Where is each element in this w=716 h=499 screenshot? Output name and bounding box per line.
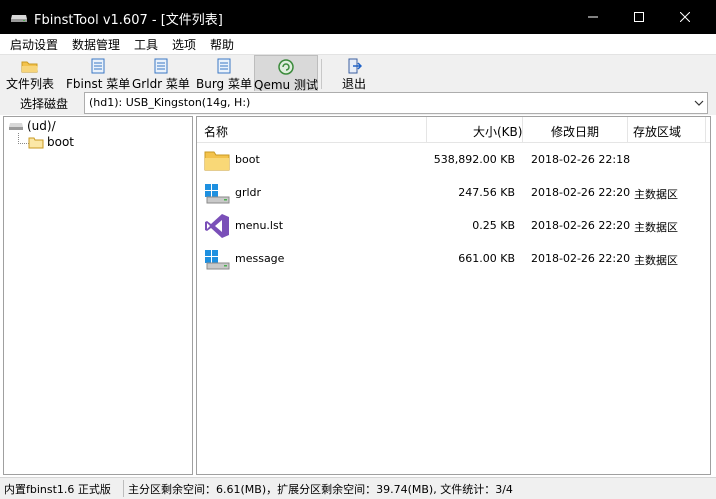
- title-bar: FbinstTool v1.607 - [文件列表]: [0, 0, 716, 34]
- column-divider[interactable]: [627, 117, 628, 143]
- document-icon: [152, 58, 170, 74]
- status-divider: [123, 480, 124, 497]
- table-row[interactable]: message 661.00 KB 2018-02-26 22:20 主数据区: [197, 243, 710, 275]
- folder-icon: [21, 58, 39, 74]
- disk-select-value: (hd1): USB_Kingston(14g, H:): [89, 96, 251, 109]
- disk-select[interactable]: (hd1): USB_Kingston(14g, H:): [84, 92, 708, 114]
- file-date: 2018-02-26 22:18: [531, 153, 631, 166]
- column-header-size[interactable]: 大小(KB): [473, 117, 522, 143]
- table-row[interactable]: menu.lst 0.25 KB 2018-02-26 22:20 主数据区: [197, 210, 710, 242]
- menu-data-management[interactable]: 数据管理: [72, 36, 120, 53]
- menu-tools[interactable]: 工具: [134, 36, 158, 53]
- tree-node-boot-label: boot: [47, 135, 75, 149]
- disk-bar: 选择磁盘 (hd1): USB_Kingston(14g, H:): [0, 91, 716, 115]
- file-size: 538,892.00 KB: [433, 153, 515, 166]
- file-date: 2018-02-26 22:20: [531, 186, 631, 199]
- maximize-button[interactable]: [616, 0, 662, 34]
- fbinst-menu-label: Fbinst 菜单: [66, 77, 131, 91]
- toolbar: 文件列表 Fbinst 菜单 Grldr 菜单 Burg 菜单 Qemu 测试 …: [0, 54, 716, 92]
- maximize-icon: [634, 12, 644, 22]
- file-date: 2018-02-26 22:20: [531, 219, 631, 232]
- grldr-menu-button[interactable]: Grldr 菜单: [132, 55, 190, 92]
- chevron-down-icon[interactable]: [694, 98, 704, 108]
- menu-options[interactable]: 选项: [172, 36, 196, 53]
- column-divider[interactable]: [705, 117, 706, 143]
- fbinst-menu-button[interactable]: Fbinst 菜单: [66, 55, 130, 92]
- document-icon: [215, 58, 233, 74]
- column-header-date[interactable]: 修改日期: [551, 117, 599, 143]
- column-header-area[interactable]: 存放区域: [633, 117, 681, 143]
- disk-select-label: 选择磁盘: [20, 97, 69, 111]
- file-area: 主数据区: [634, 221, 678, 234]
- exit-label: 退出: [342, 77, 367, 91]
- column-divider[interactable]: [522, 117, 523, 143]
- folder-icon: [203, 146, 231, 174]
- file-list-label: 文件列表: [6, 77, 55, 91]
- menu-boot-settings[interactable]: 启动设置: [10, 36, 58, 53]
- file-list: 名称 大小(KB) 修改日期 存放区域 boot 538,892.00 KB 2…: [196, 116, 711, 475]
- file-name: grldr: [235, 186, 262, 199]
- file-area: 主数据区: [634, 188, 678, 201]
- burg-menu-label: Burg 菜单: [196, 77, 252, 91]
- folder-icon: [28, 137, 44, 148]
- exit-button[interactable]: 退出: [342, 55, 366, 92]
- toolbar-separator: [321, 59, 322, 89]
- burg-menu-button[interactable]: Burg 菜单: [196, 55, 252, 92]
- minimize-button[interactable]: [570, 0, 616, 34]
- grldr-menu-label: Grldr 菜单: [132, 77, 190, 91]
- file-name: boot: [235, 153, 260, 166]
- status-space-info: 主分区剩余空间：6.61(MB)，扩展分区剩余空间：39.74(MB), 文件统…: [128, 483, 513, 496]
- exit-icon: [345, 58, 363, 74]
- column-divider[interactable]: [426, 117, 427, 143]
- tree-node-root[interactable]: (ud)/: [8, 119, 56, 133]
- document-icon: [89, 58, 107, 74]
- file-list-button[interactable]: 文件列表: [6, 55, 54, 92]
- file-list-header: 名称 大小(KB) 修改日期 存放区域: [197, 117, 710, 143]
- status-bar: 内置fbinst1.6 正式版 主分区剩余空间：6.61(MB)，扩展分区剩余空…: [0, 477, 716, 499]
- visual-studio-icon: [203, 212, 231, 240]
- file-size: 0.25 KB: [472, 219, 515, 232]
- column-header-name[interactable]: 名称: [204, 117, 228, 143]
- window-title: FbinstTool v1.607 - [文件列表]: [34, 13, 223, 28]
- menu-help[interactable]: 帮助: [210, 36, 234, 53]
- file-area: 主数据区: [634, 254, 678, 267]
- windows-file-icon: [203, 245, 231, 273]
- tree-node-root-label: (ud)/: [27, 119, 56, 133]
- folder-tree: (ud)/ boot: [3, 116, 193, 475]
- qemu-icon: [277, 59, 295, 75]
- file-size: 247.56 KB: [458, 186, 515, 199]
- menu-bar: 启动设置 数据管理 工具 选项 帮助: [0, 34, 716, 54]
- table-row[interactable]: grldr 247.56 KB 2018-02-26 22:20 主数据区: [197, 177, 710, 209]
- minimize-icon: [588, 16, 598, 18]
- table-row[interactable]: boot 538,892.00 KB 2018-02-26 22:18: [197, 144, 710, 176]
- file-name: menu.lst: [235, 219, 284, 232]
- close-icon: [680, 12, 690, 22]
- windows-file-icon: [203, 179, 231, 207]
- drive-icon[interactable]: [10, 10, 28, 24]
- file-name: message: [235, 252, 285, 265]
- close-button[interactable]: [662, 0, 708, 34]
- file-size: 661.00 KB: [458, 252, 515, 265]
- qemu-test-button[interactable]: Qemu 测试: [254, 55, 318, 92]
- tree-node-boot[interactable]: boot: [28, 135, 74, 149]
- file-date: 2018-02-26 22:20: [531, 252, 631, 265]
- status-version: 内置fbinst1.6 正式版: [4, 483, 111, 496]
- drive-icon: [9, 123, 23, 130]
